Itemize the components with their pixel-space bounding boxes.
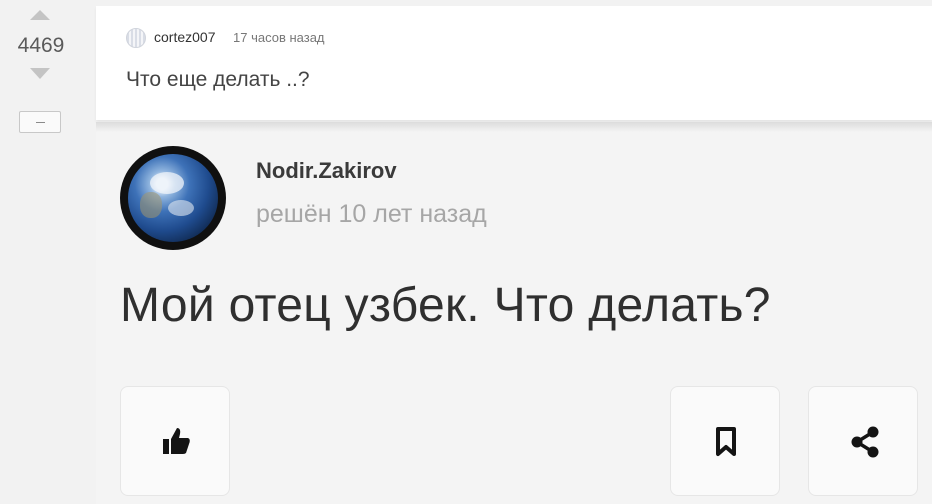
bookmark-button	[670, 386, 780, 496]
post-header-card: cortez007 17 часов назад Что еще делать …	[96, 6, 932, 120]
vote-column: 4469	[0, 0, 96, 504]
like-button	[120, 386, 230, 496]
thumbs-up-icon	[163, 428, 190, 454]
globe-cloud	[168, 200, 194, 216]
globe-cloud	[150, 172, 184, 194]
earth-avatar-icon	[120, 146, 226, 250]
post-text: Что еще делать ..?	[126, 68, 310, 91]
meme-question: Мой отец узбек. Что делать?	[120, 279, 771, 332]
bookmark-icon	[716, 427, 736, 456]
meme-image: Nodir.Zakirov решён 10 лет назад Мой оте…	[96, 122, 932, 504]
downvote-arrow-icon[interactable]	[30, 68, 50, 79]
meme-timestamp: решён 10 лет назад	[256, 200, 487, 228]
upvote-arrow-icon[interactable]	[30, 10, 50, 20]
post-timestamp: 17 часов назад	[233, 30, 325, 45]
collapse-button[interactable]	[19, 111, 61, 133]
avatar[interactable]	[126, 28, 146, 48]
author-name[interactable]: cortez007	[154, 29, 215, 45]
share-button	[808, 386, 918, 496]
vote-score: 4469	[17, 34, 65, 57]
meme-username: Nodir.Zakirov	[256, 158, 397, 183]
share-icon	[851, 426, 879, 458]
card-shadow	[96, 122, 932, 132]
minus-icon	[36, 122, 45, 123]
globe-land	[140, 192, 162, 218]
